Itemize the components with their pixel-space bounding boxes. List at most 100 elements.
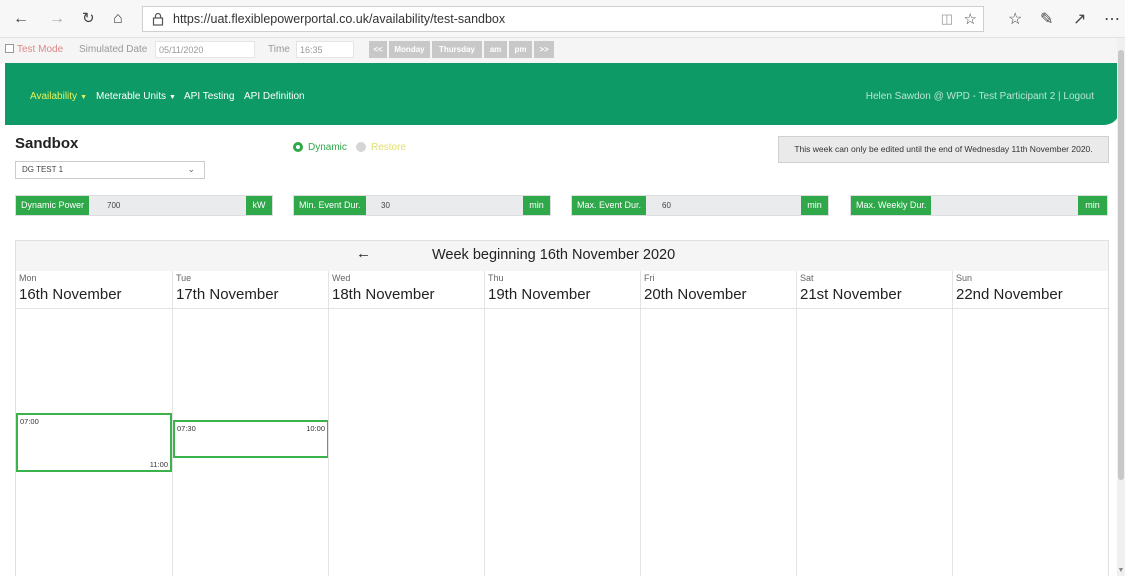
day-name: Sun (956, 273, 973, 283)
test-mode-bar: Test Mode Simulated Date 05/11/2020 Time… (0, 38, 1125, 63)
dynamic-power-field[interactable]: Dynamic Power 700 kW (15, 195, 273, 216)
day-name: Thu (488, 273, 504, 283)
day-header: Wed 18th November (329, 271, 484, 309)
forward-icon[interactable]: → (49, 10, 65, 28)
mode-dynamic-label: Dynamic (308, 142, 347, 153)
day-column-fri[interactable]: Fri 20th November (640, 271, 796, 576)
radio-unselected-icon (356, 142, 366, 152)
nav-availability[interactable]: Availability ▼ (30, 91, 87, 102)
am-button[interactable]: am (484, 41, 507, 58)
week-title: Week beginning 16th November 2020 (432, 247, 676, 263)
day-column-mon[interactable]: Mon 16th November 07:00 11:00 (16, 271, 172, 576)
max-weekly-dur-field[interactable]: Max. Weekly Dur. min (850, 195, 1108, 216)
refresh-icon[interactable]: ↻ (82, 10, 95, 28)
more-icon[interactable]: ⋯ (1104, 9, 1120, 29)
dynamic-power-unit: kW (246, 196, 272, 215)
day-header: Tue 17th November (173, 271, 328, 309)
event-end-time: 11:00 (149, 460, 168, 469)
time-input[interactable]: 16:35 (296, 41, 354, 58)
monday-button[interactable]: Monday (389, 41, 430, 58)
max-event-dur-value[interactable]: 60 (662, 196, 671, 215)
day-name: Tue (176, 273, 192, 283)
max-weekly-dur-label: Max. Weekly Dur. (851, 196, 932, 215)
favorites-list-icon[interactable]: ☆ (1008, 9, 1022, 29)
unit-select-value: DG TEST 1 (22, 165, 64, 174)
pen-icon[interactable]: ✎ (1040, 9, 1053, 29)
mode-restore-label: Restore (371, 142, 407, 153)
lock-icon (152, 12, 164, 26)
caret-down-icon: ▼ (169, 94, 176, 101)
address-bar[interactable]: https://uat.flexiblepowerportal.co.uk/av… (142, 6, 984, 32)
thursday-button[interactable]: Thursday (432, 41, 482, 58)
test-mode-label: Test Mode (17, 44, 64, 55)
nav-meterable-units[interactable]: Meterable Units ▼ (96, 91, 176, 102)
day-name: Wed (332, 273, 351, 283)
nav-api-definition[interactable]: API Definition (244, 91, 305, 102)
availability-event[interactable]: 07:00 11:00 (16, 413, 172, 472)
pm-button[interactable]: pm (509, 41, 532, 58)
day-header: Mon 16th November (16, 271, 172, 309)
max-event-dur-unit: min (801, 196, 828, 215)
radio-selected-icon (293, 142, 303, 152)
edit-notice: This week can only be edited until the e… (778, 136, 1109, 163)
day-header: Thu 19th November (485, 271, 640, 309)
share-icon[interactable]: ↗ (1073, 9, 1086, 29)
page-scrollbar[interactable]: ▼ (1117, 38, 1125, 576)
scrollbar-thumb[interactable] (1118, 50, 1124, 480)
prev-step-button[interactable]: << (369, 41, 387, 58)
day-date: 16th November (19, 286, 122, 303)
min-event-dur-label: Min. Event Dur. (294, 196, 366, 215)
max-event-dur-label: Max. Event Dur. (572, 196, 647, 215)
calendar-header: ← Week beginning 16th November 2020 (16, 241, 1108, 271)
simulated-date-input[interactable]: 05/11/2020 (155, 41, 255, 58)
event-end-time: 10:00 (306, 424, 325, 433)
min-event-dur-value[interactable]: 30 (381, 196, 390, 215)
day-date: 18th November (332, 286, 435, 303)
nav-meterable-units-label: Meterable Units (96, 91, 167, 102)
nav-availability-label: Availability (30, 91, 78, 102)
home-icon[interactable]: ⌂ (113, 10, 123, 28)
caret-down-icon: ▼ (80, 94, 87, 101)
day-column-sun[interactable]: Sun 22nd November (952, 271, 1108, 576)
user-info[interactable]: Helen Sawdon @ WPD - Test Participant 2 … (866, 91, 1094, 102)
day-name: Fri (644, 273, 655, 283)
event-start-time: 07:30 (177, 424, 196, 433)
test-mode-checkbox[interactable] (5, 44, 14, 53)
day-date: 21st November (800, 286, 902, 303)
chevron-down-icon: ⌄ (187, 164, 195, 174)
day-header: Sat 21st November (797, 271, 952, 309)
time-label: Time (268, 44, 290, 55)
previous-week-icon[interactable]: ← (356, 245, 371, 262)
min-event-dur-unit: min (523, 196, 550, 215)
unit-select[interactable]: DG TEST 1 ⌄ (15, 161, 205, 179)
day-name: Mon (19, 273, 37, 283)
day-date: 22nd November (956, 286, 1063, 303)
favorite-star-icon[interactable]: ☆ (964, 10, 977, 28)
back-icon[interactable]: ← (13, 10, 29, 28)
page-title: Sandbox (15, 135, 79, 152)
day-column-sat[interactable]: Sat 21st November (796, 271, 952, 576)
next-step-button[interactable]: >> (534, 41, 554, 58)
max-weekly-dur-unit: min (1078, 196, 1107, 215)
url-text[interactable]: https://uat.flexiblepowerportal.co.uk/av… (173, 12, 505, 26)
browser-toolbar: ← → ↻ ⌂ https://uat.flexiblepowerportal.… (0, 0, 1125, 38)
scroll-down-icon[interactable]: ▼ (1117, 567, 1125, 574)
week-calendar: ← Week beginning 16th November 2020 Mon … (15, 240, 1109, 576)
max-event-dur-field[interactable]: Max. Event Dur. 60 min (571, 195, 829, 216)
reading-view-icon[interactable]: ◫ (941, 11, 953, 27)
simulated-date-label: Simulated Date (79, 44, 148, 55)
day-column-tue[interactable]: Tue 17th November 07:30 10:00 (172, 271, 329, 576)
event-start-time: 07:00 (20, 417, 39, 426)
dynamic-power-label: Dynamic Power (16, 196, 90, 215)
day-column-thu[interactable]: Thu 19th November (484, 271, 640, 576)
nav-api-testing[interactable]: API Testing (184, 91, 234, 102)
day-date: 19th November (488, 286, 591, 303)
day-name: Sat (800, 273, 814, 283)
day-header: Fri 20th November (641, 271, 796, 309)
day-column-wed[interactable]: Wed 18th November (328, 271, 484, 576)
min-event-dur-field[interactable]: Min. Event Dur. 30 min (293, 195, 551, 216)
availability-event[interactable]: 07:30 10:00 (173, 420, 329, 458)
main-header: Availability ▼ Meterable Units ▼ API Testi… (5, 63, 1120, 125)
day-date: 20th November (644, 286, 747, 303)
dynamic-power-value[interactable]: 700 (107, 196, 120, 215)
